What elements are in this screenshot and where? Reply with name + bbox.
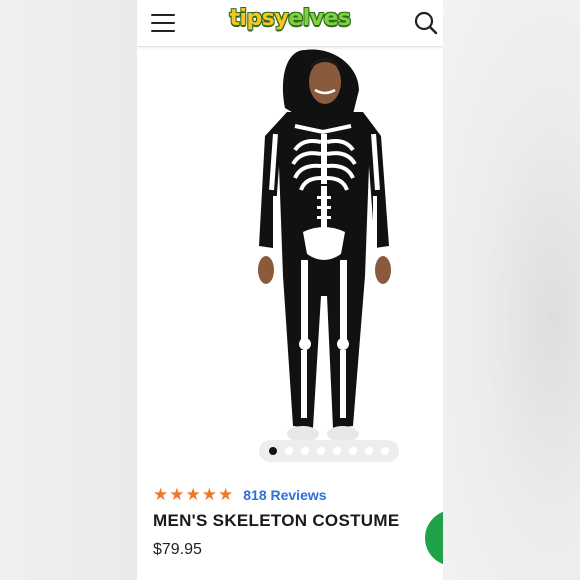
star-icon: ★ [153, 485, 169, 504]
mobile-screen: tipsyelves ★ ★ ★ ★ ★ 818 Reviews MEN'S S… [137, 0, 443, 580]
product-image[interactable] [137, 46, 443, 446]
chat-button[interactable] [425, 510, 443, 566]
star-icon: ★ [201, 485, 217, 504]
search-icon[interactable] [413, 10, 439, 36]
product-title: MEN'S SKELETON COSTUME [153, 511, 400, 530]
reviews-link[interactable]: 818 Reviews [243, 487, 326, 503]
star-icon: ★ [218, 485, 234, 504]
background-left [0, 0, 137, 580]
product-rating: ★ ★ ★ ★ ★ 818 Reviews [153, 485, 327, 505]
carousel-dot[interactable] [333, 447, 341, 455]
carousel-dot[interactable] [349, 447, 357, 455]
carousel-dot[interactable] [301, 447, 309, 455]
carousel-dot[interactable] [365, 447, 373, 455]
carousel-dot[interactable] [381, 447, 389, 455]
site-header: tipsyelves [137, 0, 443, 47]
carousel-dot[interactable] [317, 447, 325, 455]
star-icon: ★ [169, 485, 185, 504]
logo-text-elves: elves [288, 6, 351, 31]
tipsy-elves-logo[interactable]: tipsyelves [137, 6, 443, 31]
carousel-dot[interactable] [269, 447, 277, 455]
background-right [443, 0, 580, 580]
image-carousel-indicator [259, 440, 399, 462]
logo-text-tipsy: tipsy [229, 6, 289, 31]
star-icon: ★ [185, 485, 201, 504]
product-price: $79.95 [153, 541, 202, 558]
carousel-dot[interactable] [285, 447, 293, 455]
